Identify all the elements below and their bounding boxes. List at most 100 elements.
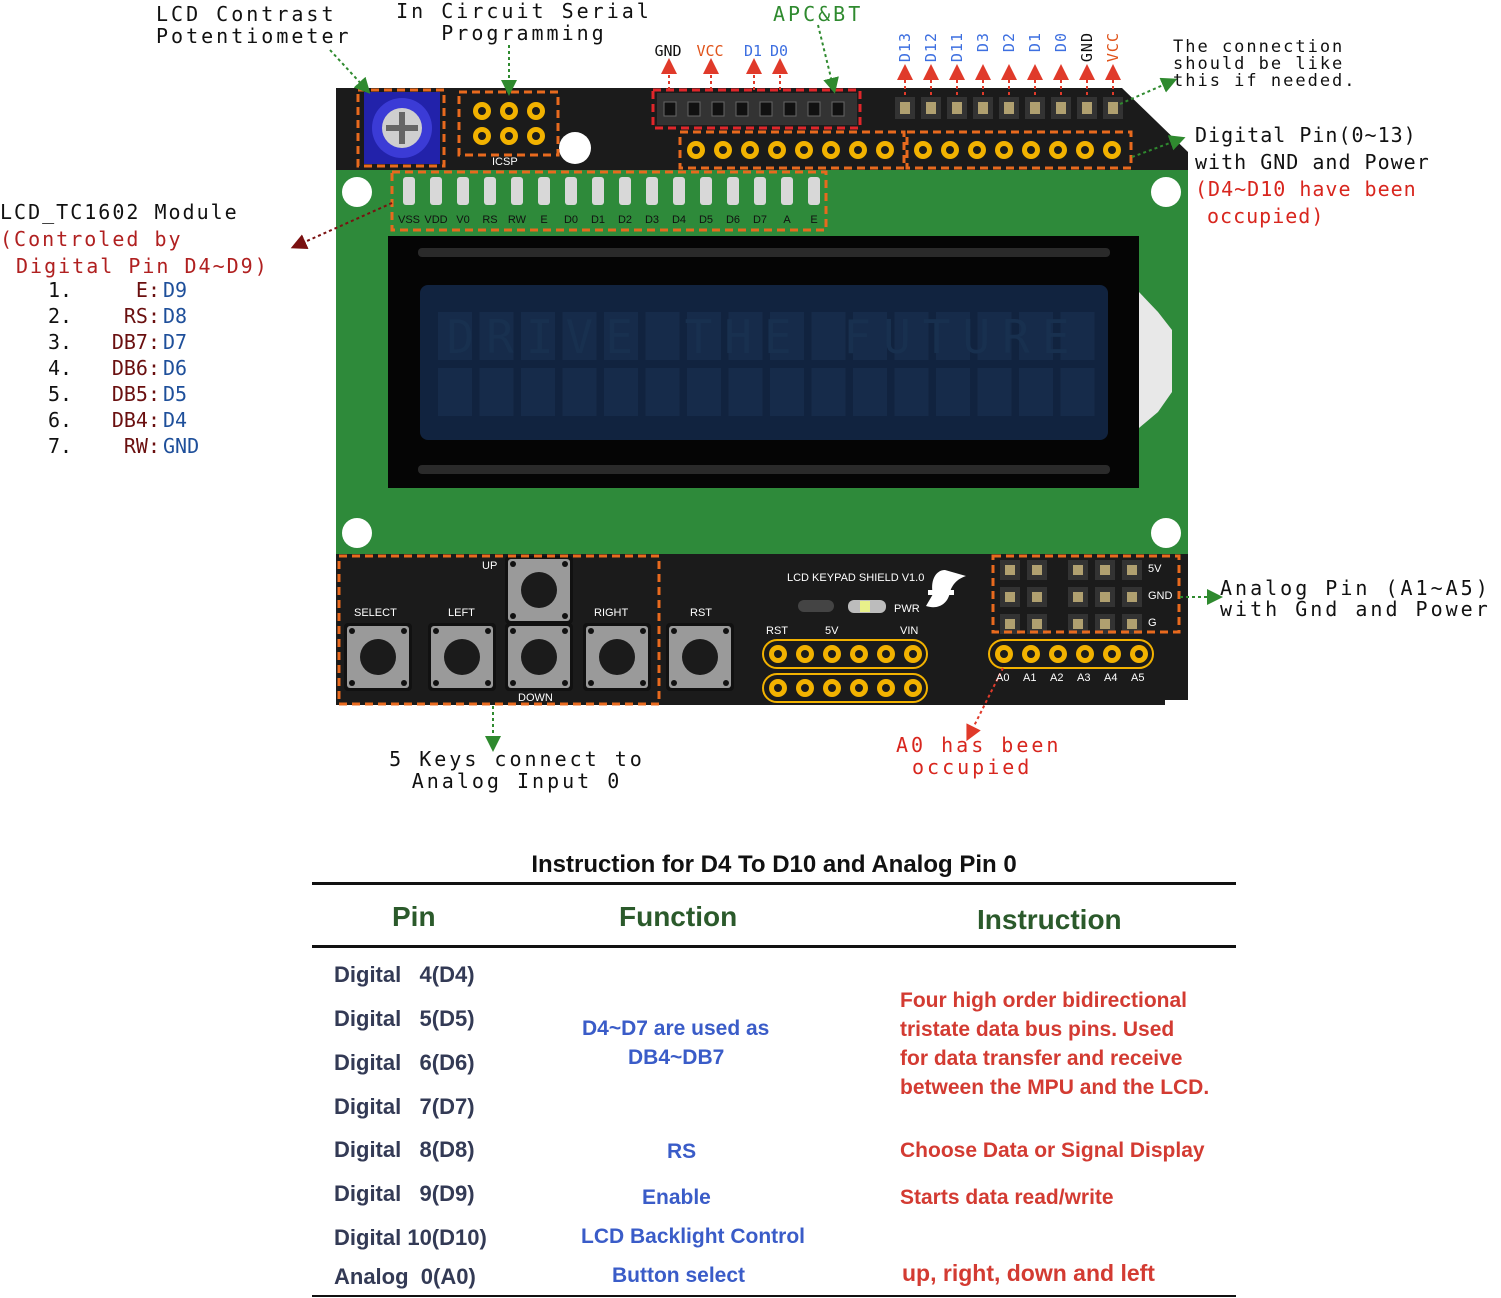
- lcd-pin-label: E: [540, 214, 548, 226]
- lcd-pin-label: VDD: [424, 214, 448, 226]
- power-5v-label: 5V: [825, 625, 839, 637]
- lcd-pin: [700, 177, 712, 205]
- lcd-pin: [619, 177, 631, 205]
- function-d8: RS: [667, 1140, 697, 1163]
- lcd-pin: [781, 177, 793, 205]
- lcd-pin: [511, 177, 523, 205]
- header-pin-label: D13: [896, 32, 914, 63]
- lcd-pin-label: V0: [456, 214, 470, 226]
- apc-pin: [831, 101, 845, 117]
- lcd-contrast-label: LCD Contrast Potentiometer: [156, 2, 352, 48]
- keys-annotation: 5 Keys connect to Analog Input 0: [389, 747, 645, 793]
- lcd-map-pin: D4: [163, 408, 188, 432]
- analog-gnd-label: GND: [1148, 590, 1173, 602]
- apc-pin: [807, 101, 821, 117]
- connection-note: The connection should be like this if ne…: [1173, 37, 1357, 91]
- button-rst-label: RST: [690, 607, 712, 619]
- lcd-cell: [1060, 368, 1095, 416]
- apc-pin: [711, 101, 725, 117]
- lcd-pin: [403, 177, 415, 205]
- apc-pin-label: D1: [744, 42, 763, 60]
- pin-d7: Digital 7(D7): [334, 1094, 475, 1119]
- lcd-cell: [770, 368, 804, 416]
- lcd-map-pin: D7: [163, 330, 188, 354]
- lcd-pin-label: A: [783, 214, 791, 226]
- lcd-pin-label: D2: [617, 214, 633, 226]
- lcd-pin: [808, 177, 820, 205]
- lcd-cell: [521, 368, 555, 416]
- power-rst-label: RST: [766, 625, 788, 637]
- header-pin-label: GND: [1078, 32, 1096, 63]
- pin-d10: Digital 10(D10): [334, 1225, 487, 1250]
- lcd-pin: [538, 177, 550, 205]
- lcd-pin-label: D3: [644, 214, 660, 226]
- lcd-cell: [1019, 368, 1053, 416]
- header-pin-label: VCC: [1104, 32, 1122, 63]
- pin-d5: Digital 5(D5): [334, 1006, 475, 1031]
- apc-pin-label: VCC: [696, 42, 724, 60]
- table-title: Instruction for D4 To D10 and Analog Pin…: [531, 851, 1017, 878]
- function-d10: LCD Backlight Control: [581, 1225, 805, 1248]
- lcd-cell: [438, 368, 472, 416]
- lcd-pin: [646, 177, 658, 205]
- header-pin-label: D1: [1026, 32, 1044, 53]
- analog-label: A1: [1023, 672, 1037, 684]
- pin-d9: Digital 9(D9): [334, 1181, 475, 1206]
- lcd-map-signal: DB5:: [111, 382, 160, 406]
- table-head-rule: [312, 945, 1236, 948]
- lcd-pin-label: D6: [725, 214, 741, 226]
- lcd-pin: [484, 177, 496, 205]
- analog-label: A3: [1077, 672, 1091, 684]
- button-up-label: UP: [482, 560, 498, 572]
- icsp-annotation: In Circuit Serial Programming: [396, 0, 652, 45]
- lcd-map-signal: DB7:: [111, 330, 160, 354]
- lcd-pin: [754, 177, 766, 205]
- header-pin-label: D12: [922, 32, 940, 63]
- pin-d6: Digital 6(D6): [334, 1050, 475, 1075]
- lcd-cell: [645, 368, 680, 416]
- function-d4-d7-line1: D4~D7 are used as: [582, 1017, 770, 1040]
- header-instruction: Instruction: [977, 904, 1122, 935]
- pin-d8: Digital 8(D8): [334, 1137, 475, 1162]
- lcd-map-signal: RS:: [123, 304, 160, 328]
- button-right-label: RIGHT: [594, 607, 629, 619]
- table-bottom-rule: [312, 1295, 1236, 1297]
- lcd-map-signal: RW:: [123, 434, 160, 458]
- apc-pin: [663, 101, 677, 117]
- lcd-cell: [562, 368, 597, 416]
- apc-pin-label: GND: [654, 42, 682, 60]
- analog-5v-label: 5V: [1148, 563, 1162, 575]
- lcd-pin: [430, 177, 442, 205]
- header-pin-label: D2: [1000, 32, 1018, 53]
- lcd-pin-label: D4: [671, 214, 687, 226]
- lcd-cell: [977, 368, 1012, 416]
- lcd-cell: [894, 368, 929, 416]
- lcd-pin-label: VSS: [397, 214, 420, 226]
- lcd-cell: [479, 368, 514, 416]
- apc-pin: [687, 101, 701, 117]
- lcd-cell: [853, 368, 887, 416]
- icsp-silk: ICSP: [492, 156, 518, 168]
- button-down-label: DOWN: [518, 692, 553, 704]
- lcd-cell: [687, 368, 721, 416]
- apc-bt-label: APC&BT: [773, 2, 864, 26]
- lcd-map-pin: D9: [163, 278, 188, 302]
- analog-label: A2: [1050, 672, 1064, 684]
- pwr-label: PWR: [894, 603, 920, 615]
- lcd-pin-label: D1: [590, 214, 606, 226]
- header-pin-label: D11: [948, 32, 966, 63]
- instruction-d4-d7: Four high order bidirectional tristate d…: [900, 989, 1210, 1099]
- apc-pin: [759, 101, 773, 117]
- lcd-pin: [592, 177, 604, 205]
- a0-occupied-annotation: A0 has been occupied: [896, 733, 1062, 779]
- lcd-pin: [673, 177, 685, 205]
- apc-pin: [783, 101, 797, 117]
- shield-name: LCD KEYPAD SHIELD V1.0: [787, 572, 925, 584]
- instruction-d9: Starts data read/write: [900, 1186, 1114, 1209]
- button-left-label: LEFT: [448, 607, 475, 619]
- function-d9: Enable: [642, 1186, 711, 1209]
- table-top-rule: [312, 882, 1236, 885]
- analog-label: A5: [1131, 672, 1145, 684]
- instruction-a0: up, right, down and left: [902, 1260, 1155, 1286]
- header-pin: Pin: [392, 901, 436, 932]
